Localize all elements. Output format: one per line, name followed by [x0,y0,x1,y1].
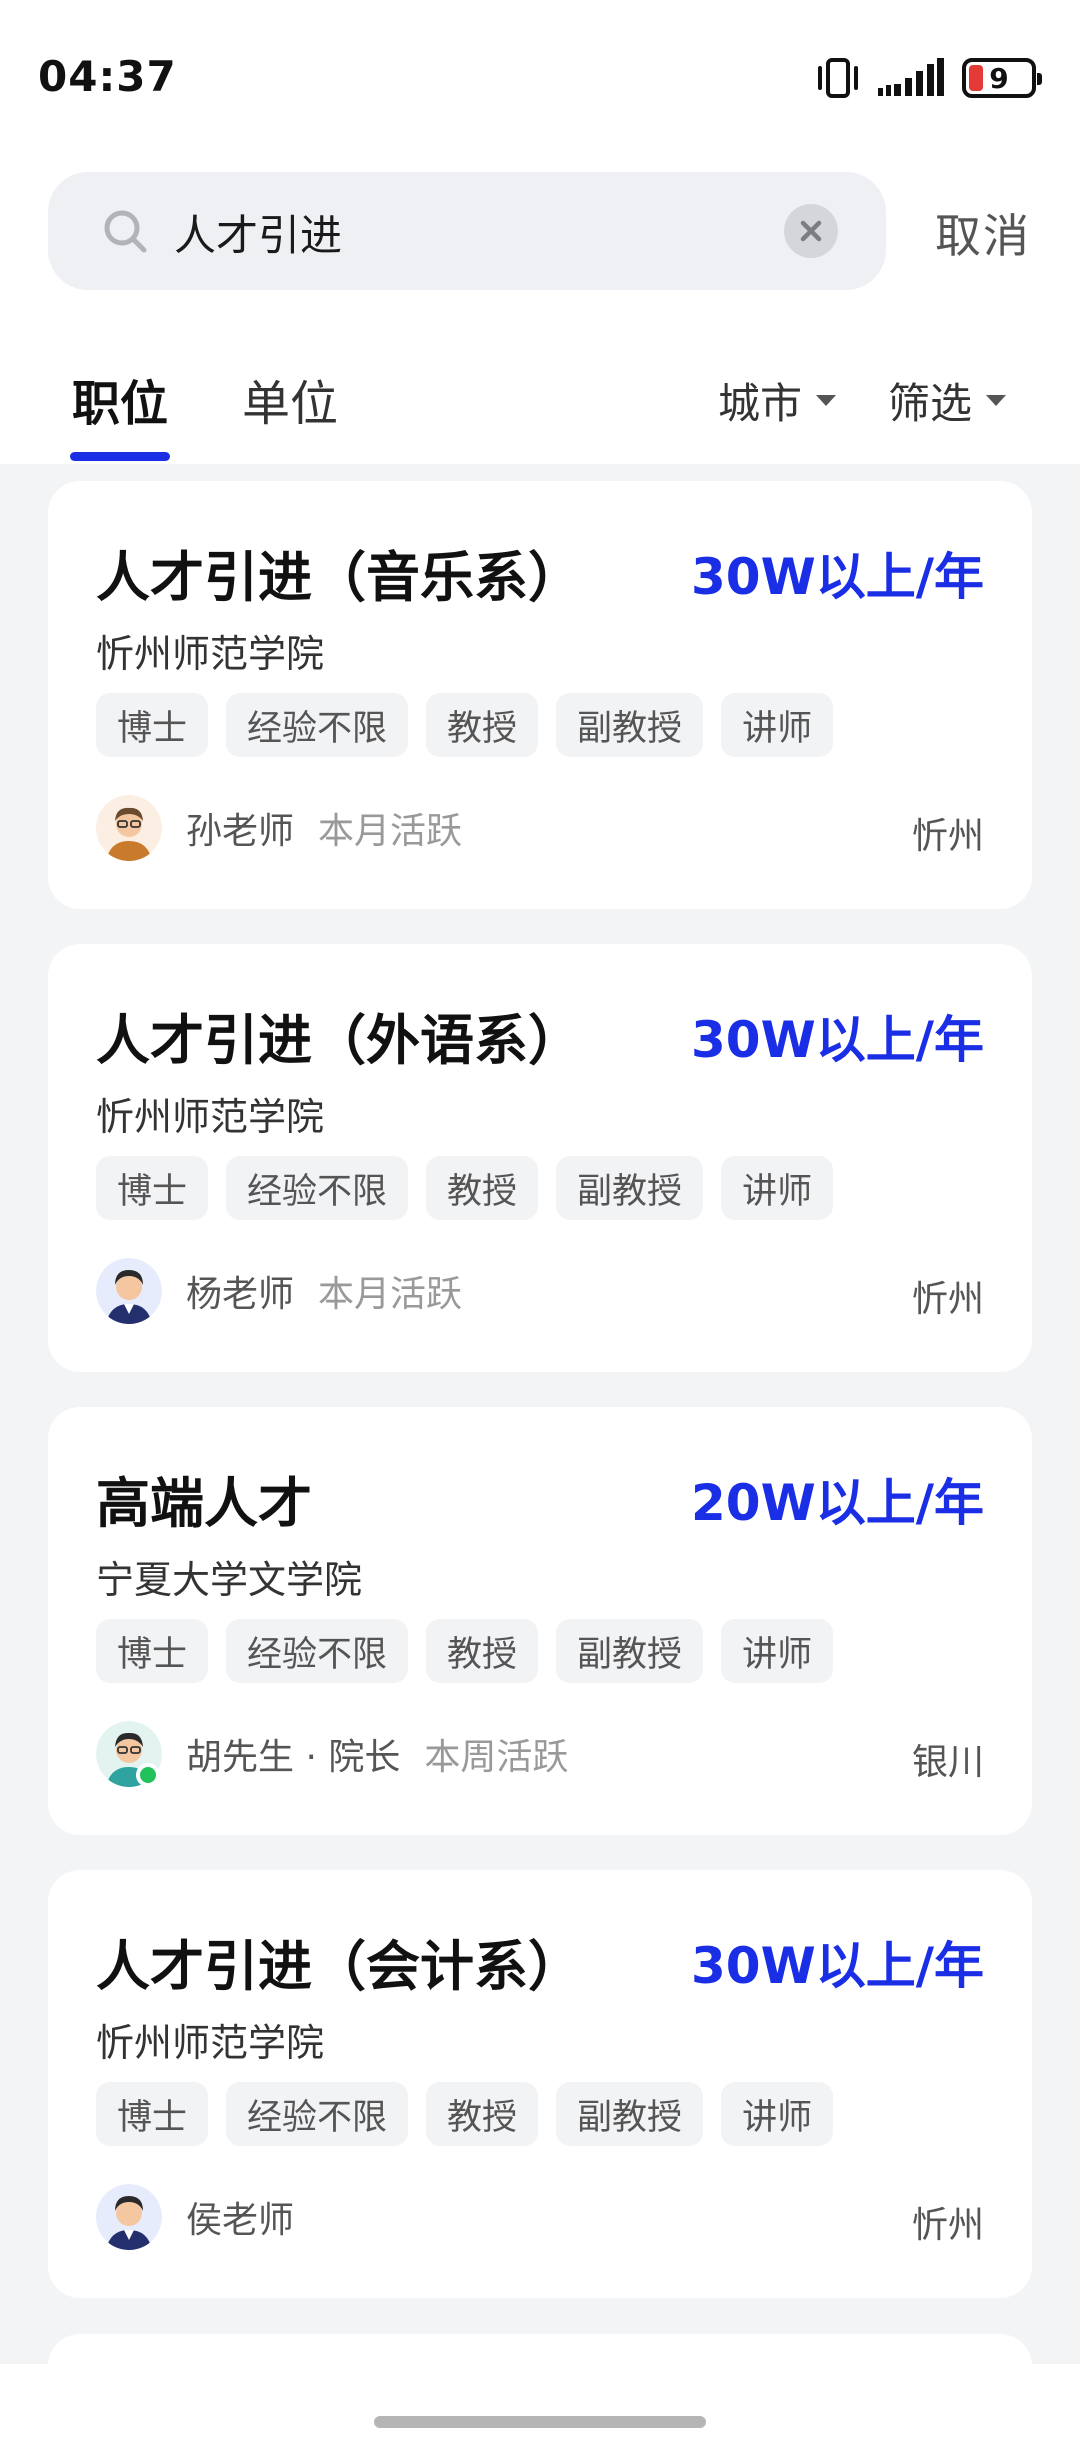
tag-list: 博士 经验不限 教授 副教授 讲师 [96,1156,834,1220]
recruiter-info: 孙老师 本月活跃 [96,795,462,861]
tag: 讲师 [721,693,834,757]
tag: 讲师 [721,1619,834,1683]
recruiter-info: 杨老师 本月活跃 [96,1258,462,1324]
home-indicator[interactable] [374,2416,706,2428]
tag: 经验不限 [226,1156,409,1220]
battery-level: 9 [989,61,1009,95]
company-name: 忻州师范学院 [96,2021,325,2065]
job-card[interactable]: 高端人才 20W以上/年 宁夏大学文学院 博士 经验不限 教授 副教授 讲师 胡… [48,1407,1032,1835]
recruiter-info: 侯老师 [96,2184,318,2250]
job-salary: 20W以上/年 [691,1474,984,1532]
online-status-dot [136,1763,160,1787]
job-salary: 30W以上/年 [691,1011,984,1069]
recruiter-name: 侯老师 [186,2200,295,2241]
tag: 副教授 [556,1619,704,1683]
recruiter-info: 胡先生 · 院长 本周活跃 [96,1721,568,1787]
tag: 教授 [426,1156,539,1220]
tag: 副教授 [556,1156,704,1220]
bottom-bar [0,2364,1080,2449]
tag: 教授 [426,2082,539,2146]
job-salary: 30W以上/年 [691,1937,984,1995]
tag: 博士 [96,1619,209,1683]
activity-status: 本月活跃 [318,811,463,852]
tag: 副教授 [556,2082,704,2146]
tag-list: 博士 经验不限 教授 副教授 讲师 [96,1619,834,1683]
job-card[interactable]: 人才引进（会计系） 30W以上/年 忻州师范学院 博士 经验不限 教授 副教授 … [48,1870,1032,2298]
tab-units[interactable]: 单位 [242,364,338,434]
status-time: 04:37 [38,52,177,101]
job-title: 人才引进（外语系） [96,1009,582,1072]
tag: 博士 [96,1156,209,1220]
tag: 讲师 [721,2082,834,2146]
caret-down-icon [986,395,1007,406]
active-tab-indicator [70,452,170,461]
activity-status: 本周活跃 [424,1737,569,1778]
tag: 经验不限 [226,2082,409,2146]
tag: 博士 [96,693,209,757]
tag: 教授 [426,1619,539,1683]
company-name: 忻州师范学院 [96,1095,325,1139]
city-filter-label: 城市 [718,379,803,428]
signal-icon [878,58,944,96]
job-title: 高端人才 [96,1472,312,1535]
tag: 博士 [96,2082,209,2146]
search-input[interactable]: 人才引进 [48,172,886,290]
caret-down-icon [816,395,837,406]
battery-icon: 9 [962,58,1042,98]
company-name: 宁夏大学文学院 [96,1558,363,1602]
search-query[interactable]: 人才引进 [174,202,342,263]
avatar [96,795,162,861]
tag-list: 博士 经验不限 教授 副教授 讲师 [96,2082,834,2146]
filter-label: 筛选 [888,379,973,428]
recruiter-name: 杨老师 [186,1274,295,1315]
search-icon [104,210,147,253]
avatar [96,1258,162,1324]
tag: 副教授 [556,693,704,757]
clear-icon[interactable] [784,204,838,258]
company-name: 忻州师范学院 [96,632,325,676]
tab-positions[interactable]: 职位 [72,364,168,434]
cancel-button[interactable]: 取消 [935,200,1031,266]
tag: 讲师 [721,1156,834,1220]
job-card[interactable]: 人才引进（音乐系） 30W以上/年 忻州师范学院 博士 经验不限 教授 副教授 … [48,481,1032,909]
activity-status: 本月活跃 [318,1274,463,1315]
job-title: 人才引进（会计系） [96,1935,582,1998]
recruiter-name: 胡先生 · 院长 [186,1737,401,1778]
tag-list: 博士 经验不限 教授 副教授 讲师 [96,693,834,757]
recruiter-name: 孙老师 [186,811,295,852]
job-salary: 30W以上/年 [691,548,984,606]
job-card[interactable]: 人才引进（外语系） 30W以上/年 忻州师范学院 博士 经验不限 教授 副教授 … [48,944,1032,1372]
tag: 经验不限 [226,1619,409,1683]
filter-dropdown[interactable]: 筛选 [888,370,1007,431]
job-city: 忻州 [911,816,984,857]
tag: 教授 [426,693,539,757]
city-filter[interactable]: 城市 [718,370,837,431]
status-icons: 9 [816,56,1042,100]
tag: 经验不限 [226,693,409,757]
avatar [96,2184,162,2250]
job-title: 人才引进（音乐系） [96,546,582,609]
job-city: 忻州 [911,1279,984,1320]
vibrate-icon [818,58,858,98]
header-area: 04:37 9 人才引进 取消 职位 单位 城市 筛选 [0,0,1080,464]
job-city: 银川 [911,1742,984,1783]
job-city: 忻州 [911,2205,984,2246]
